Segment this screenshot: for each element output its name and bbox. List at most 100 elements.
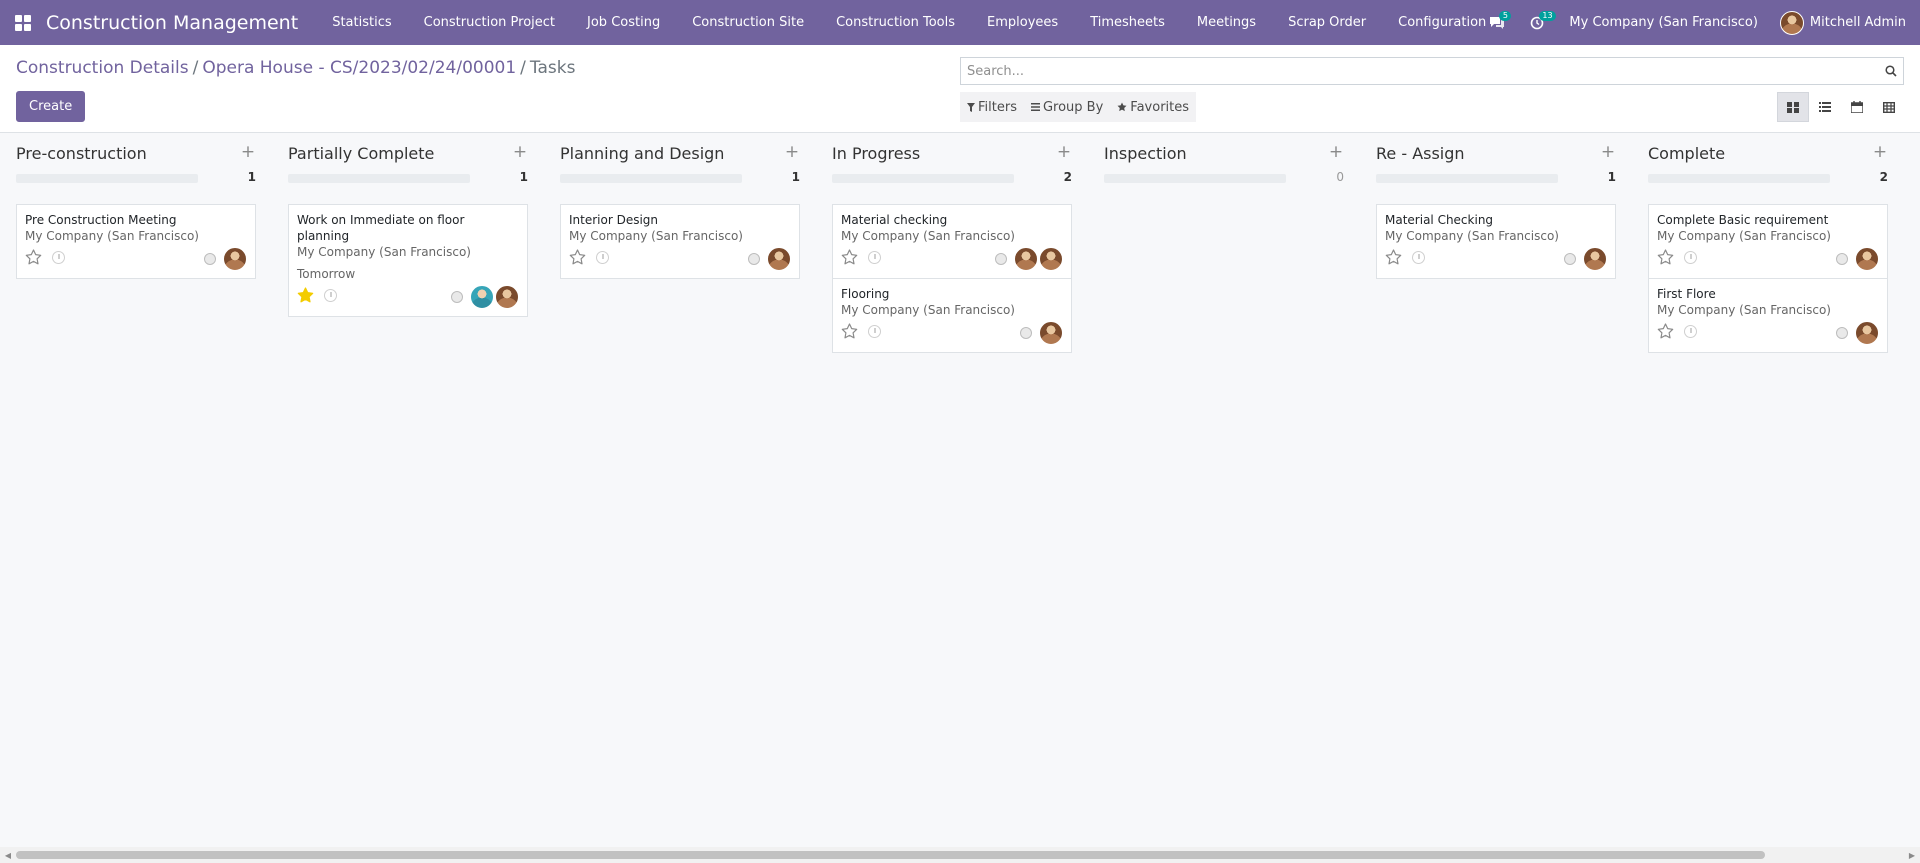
quick-create-plus-icon[interactable]: + — [240, 142, 256, 162]
column-progress-bar[interactable] — [1648, 174, 1830, 183]
kanban-state-dot[interactable] — [451, 291, 463, 303]
task-card[interactable]: Pre Construction Meeting My Company (San … — [16, 204, 256, 279]
horizontal-scrollbar[interactable]: ◀ ▶ — [0, 847, 1920, 863]
kanban-state-dot[interactable] — [1836, 327, 1848, 339]
task-card[interactable]: Interior Design My Company (San Francisco… — [560, 204, 800, 279]
task-card[interactable]: Material checking My Company (San Francis… — [832, 204, 1072, 279]
menu-timesheets[interactable]: Timesheets — [1074, 0, 1181, 45]
assignee-avatar[interactable] — [767, 247, 791, 271]
assignee-avatar[interactable] — [1855, 321, 1879, 345]
menu-scrap-order[interactable]: Scrap Order — [1272, 0, 1382, 45]
column-progress-bar[interactable] — [560, 174, 742, 183]
activity-clock-icon[interactable] — [52, 251, 65, 264]
task-title: Material checking — [841, 213, 948, 227]
kanban-state-dot[interactable] — [1564, 253, 1576, 265]
assignee-avatar[interactable] — [1014, 247, 1038, 271]
activity-clock-icon[interactable] — [1412, 251, 1425, 264]
search-bar — [960, 57, 1904, 85]
breadcrumb-construction-details[interactable]: Construction Details — [16, 58, 189, 78]
activity-clock-icon[interactable] — [324, 289, 337, 302]
calendar-view-button[interactable] — [1841, 92, 1873, 122]
priority-star-icon[interactable] — [25, 249, 42, 269]
scroll-left-arrow-icon[interactable]: ◀ — [0, 847, 16, 863]
quick-create-plus-icon[interactable]: + — [1328, 142, 1344, 162]
assignee-avatar[interactable] — [1583, 247, 1607, 271]
assignee-avatar[interactable] — [1039, 247, 1063, 271]
kanban-state-dot[interactable] — [1836, 253, 1848, 265]
task-card-footer — [1385, 246, 1607, 272]
activity-clock-icon[interactable] — [1684, 251, 1697, 264]
menu-statistics[interactable]: Statistics — [316, 0, 407, 45]
user-menu[interactable]: Mitchell Admin — [1779, 10, 1920, 35]
favorites-dropdown[interactable]: Favorites — [1110, 92, 1196, 122]
task-card-right — [1836, 321, 1879, 345]
search-button[interactable] — [1879, 58, 1903, 84]
kanban-state-dot[interactable] — [748, 253, 760, 265]
column-title: Re - Assign — [1376, 144, 1465, 163]
task-card[interactable]: Work on Immediate on floor planning My Co… — [288, 204, 528, 317]
quick-create-plus-icon[interactable]: + — [1056, 142, 1072, 162]
quick-create-plus-icon[interactable]: + — [784, 142, 800, 162]
menu-job-costing[interactable]: Job Costing — [571, 0, 676, 45]
column-count: 1 — [791, 170, 800, 184]
assignee-avatar[interactable] — [223, 247, 247, 271]
column-cards: Complete Basic requirement My Company (Sa… — [1648, 204, 1888, 353]
company-switcher[interactable]: My Company (San Francisco) — [1557, 15, 1779, 30]
priority-star-icon[interactable] — [1657, 249, 1674, 269]
group-by-dropdown[interactable]: Group By — [1024, 92, 1110, 122]
task-card[interactable]: Flooring My Company (San Francisco) — [832, 278, 1072, 353]
apps-menu-icon[interactable] — [0, 0, 46, 45]
column-progress-bar[interactable] — [16, 174, 198, 183]
priority-star-filled-icon[interactable] — [297, 287, 314, 307]
menu-construction-tools[interactable]: Construction Tools — [820, 0, 971, 45]
list-view-button[interactable] — [1809, 92, 1841, 122]
table-view-button[interactable] — [1873, 92, 1905, 122]
assignee-avatar[interactable] — [1855, 247, 1879, 271]
control-panel: Construction Details / Opera House - CS/20… — [0, 45, 1920, 133]
app-title[interactable]: Construction Management — [46, 12, 298, 34]
priority-star-icon[interactable] — [1385, 249, 1402, 269]
messages-button[interactable]: 5 — [1477, 0, 1517, 45]
task-card[interactable]: Material Checking My Company (San Francis… — [1376, 204, 1616, 279]
column-count: 1 — [1607, 170, 1616, 184]
filters-dropdown[interactable]: Filters — [960, 92, 1024, 122]
priority-star-icon[interactable] — [569, 249, 586, 269]
menu-meetings[interactable]: Meetings — [1181, 0, 1272, 45]
quick-create-plus-icon[interactable]: + — [1872, 142, 1888, 162]
menu-employees[interactable]: Employees — [971, 0, 1074, 45]
column-progress-bar[interactable] — [1376, 174, 1558, 183]
activity-clock-icon[interactable] — [868, 325, 881, 338]
activity-clock-icon[interactable] — [596, 251, 609, 264]
column-progress-bar[interactable] — [288, 174, 470, 183]
column-progress-bar[interactable] — [1104, 174, 1286, 183]
column-title: Planning and Design — [560, 144, 725, 163]
menu-construction-project[interactable]: Construction Project — [408, 0, 571, 45]
kanban-state-dot[interactable] — [995, 253, 1007, 265]
priority-star-icon[interactable] — [841, 249, 858, 269]
column-title: Inspection — [1104, 144, 1187, 163]
column-progress-bar[interactable] — [832, 174, 1014, 183]
column-cards: Pre Construction Meeting My Company (San … — [16, 204, 256, 279]
assignee-avatar[interactable] — [470, 285, 494, 309]
assignee-avatar[interactable] — [1039, 321, 1063, 345]
activities-button[interactable]: 13 — [1517, 0, 1557, 45]
priority-star-icon[interactable] — [1657, 323, 1674, 343]
activity-clock-icon[interactable] — [868, 251, 881, 264]
breadcrumb-opera-house[interactable]: Opera House - CS/2023/02/24/00001 — [202, 58, 516, 78]
assignee-avatar[interactable] — [495, 285, 519, 309]
scroll-right-arrow-icon[interactable]: ▶ — [1904, 847, 1920, 863]
task-card-right — [1020, 321, 1063, 345]
quick-create-plus-icon[interactable]: + — [1600, 142, 1616, 162]
kanban-state-dot[interactable] — [1020, 327, 1032, 339]
quick-create-plus-icon[interactable]: + — [512, 142, 528, 162]
kanban-state-dot[interactable] — [204, 253, 216, 265]
priority-star-icon[interactable] — [841, 323, 858, 343]
create-button[interactable]: Create — [16, 91, 86, 122]
search-input[interactable] — [961, 58, 1879, 84]
kanban-view-button[interactable] — [1777, 92, 1809, 122]
task-card[interactable]: First Flore My Company (San Francisco) — [1648, 278, 1888, 353]
activity-clock-icon[interactable] — [1684, 325, 1697, 338]
task-card[interactable]: Complete Basic requirement My Company (Sa… — [1648, 204, 1888, 279]
scrollbar-thumb[interactable] — [16, 851, 1765, 859]
menu-construction-site[interactable]: Construction Site — [676, 0, 820, 45]
